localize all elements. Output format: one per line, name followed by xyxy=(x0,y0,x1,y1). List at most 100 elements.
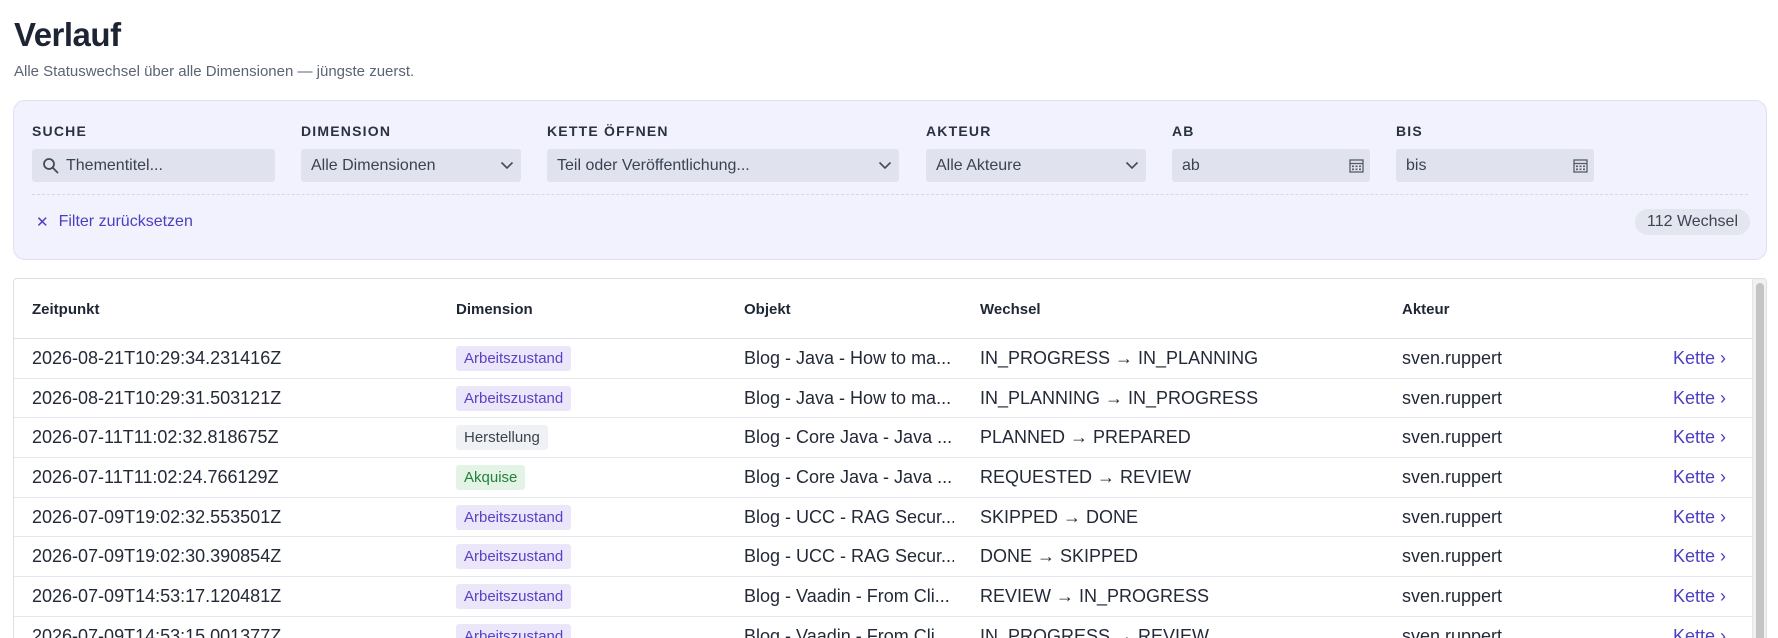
cell-time: 2026-07-11T11:02:32.818675Z xyxy=(32,427,279,448)
cell-time: 2026-08-21T10:29:34.231416Z xyxy=(32,348,282,368)
history-table: Zeitpunkt Dimension Objekt Wechsel Akteu… xyxy=(13,278,1767,638)
close-icon: ✕ xyxy=(36,214,49,231)
table-row[interactable]: 2026-07-09T19:02:30.390854Z Arbeitszustan… xyxy=(14,537,1752,578)
search-icon xyxy=(43,157,59,173)
open-chain-link[interactable]: Kette › xyxy=(1604,418,1726,457)
open-chain-link[interactable]: Kette › xyxy=(1604,577,1726,616)
actor-label: AKTEUR xyxy=(926,123,992,139)
cell-actor: sven.ruppert xyxy=(1402,427,1503,448)
scrollbar[interactable] xyxy=(1752,279,1766,638)
cell-dimension: Arbeitszustand xyxy=(456,379,726,418)
cell-time: 2026-08-21T10:29:31.503121Z xyxy=(32,387,282,408)
search-placeholder: Thementitel... xyxy=(66,156,163,174)
chevron-down-icon xyxy=(871,161,899,170)
cell-dimension: Arbeitszustand xyxy=(456,498,726,537)
cell-object: Blog - Java - How to ma... xyxy=(744,387,952,408)
dimension-select[interactable]: Alle Dimensionen xyxy=(301,149,521,182)
dimension-badge: Herstellung xyxy=(456,425,548,451)
dimension-badge: Arbeitszustand xyxy=(456,346,572,371)
reset-filters-button[interactable]: ✕ Filter zurücksetzen xyxy=(36,211,193,233)
cell-change: REVIEW → IN_PROGRESS xyxy=(980,586,1210,607)
from-label: AB xyxy=(1172,123,1195,139)
to-date-placeholder: bis xyxy=(1406,156,1427,174)
search-label: SUCHE xyxy=(32,123,88,139)
cell-time: 2026-07-09T19:02:30.390854Z xyxy=(32,546,282,567)
cell-actor: sven.ruppert xyxy=(1402,625,1503,638)
chevron-down-icon xyxy=(493,161,521,170)
cell-object: Blog - UCC - RAG Secur... xyxy=(744,506,954,527)
column-header-time[interactable]: Zeitpunkt xyxy=(32,301,100,318)
open-chain-link[interactable]: Kette › xyxy=(1604,498,1726,537)
cell-dimension: Herstellung xyxy=(456,418,726,457)
dimension-select-value: Alle Dimensionen xyxy=(311,156,436,174)
table-row[interactable]: 2026-08-21T10:29:34.231416Z Arbeitszustan… xyxy=(14,339,1752,379)
cell-dimension: Arbeitszustand xyxy=(456,577,726,616)
filter-divider xyxy=(32,194,1748,195)
cell-object: Blog - Core Java - Java ... xyxy=(744,427,953,448)
from-date-input[interactable]: ab xyxy=(1172,149,1370,182)
table-row[interactable]: 2026-07-11T11:02:32.818675Z Herstellung Bl… xyxy=(14,418,1752,459)
count-badge: 112 Wechsel xyxy=(1634,209,1750,235)
table-row[interactable]: 2026-07-09T14:53:17.120481Z Arbeitszustan… xyxy=(14,577,1752,617)
cell-actor: sven.ruppert xyxy=(1402,506,1503,527)
chain-select[interactable]: Teil oder Veröffentlichung... xyxy=(547,149,899,182)
cell-change: SKIPPED → DONE xyxy=(980,506,1139,527)
scrollbar-thumb[interactable] xyxy=(1756,283,1764,638)
open-chain-link[interactable]: Kette › xyxy=(1604,379,1726,418)
dimension-badge: Arbeitszustand xyxy=(456,544,572,570)
filter-panel: SUCHE Thementitel... DIMENSION Alle Dime… xyxy=(13,100,1767,260)
table-header: Zeitpunkt Dimension Objekt Wechsel Akteu… xyxy=(14,279,1752,339)
table-row[interactable]: 2026-07-11T11:02:24.766129Z Akquise Blog -… xyxy=(14,458,1752,498)
cell-object: Blog - UCC - RAG Secur... xyxy=(744,546,954,567)
cell-change: IN_PLANNING → IN_PROGRESS xyxy=(980,387,1259,408)
dimension-badge: Arbeitszustand xyxy=(456,385,572,411)
column-header-change[interactable]: Wechsel xyxy=(980,301,1041,318)
open-chain-link[interactable]: Kette › xyxy=(1604,617,1726,638)
to-date-input[interactable]: bis xyxy=(1396,149,1594,182)
cell-change: IN_PROGRESS → REVIEW xyxy=(980,625,1210,638)
cell-object: Blog - Core Java - Java ... xyxy=(744,467,953,488)
table-row[interactable]: 2026-08-21T10:29:31.503121Z Arbeitszustan… xyxy=(14,379,1752,419)
cell-time: 2026-07-09T14:53:17.120481Z xyxy=(32,586,282,607)
search-input[interactable]: Thementitel... xyxy=(32,149,275,182)
cell-change: DONE → SKIPPED xyxy=(980,546,1139,567)
open-chain-link[interactable]: Kette › xyxy=(1604,537,1726,576)
actor-select[interactable]: Alle Akteure xyxy=(926,149,1146,182)
table-row[interactable]: 2026-07-09T14:53:15.001377Z Arbeitszustan… xyxy=(14,617,1752,638)
cell-object: Blog - Java - How to ma... xyxy=(744,348,952,368)
page-subtitle: Alle Statuswechsel über alle Dimensionen… xyxy=(14,63,415,80)
open-chain-link[interactable]: Kette › xyxy=(1604,458,1726,497)
dimension-badge: Arbeitszustand xyxy=(456,504,572,530)
actor-select-value: Alle Akteure xyxy=(936,156,1022,174)
table-body: 2026-08-21T10:29:34.231416Z Arbeitszustan… xyxy=(14,339,1752,638)
column-header-actor[interactable]: Akteur xyxy=(1402,301,1450,318)
cell-time: 2026-07-11T11:02:24.766129Z xyxy=(32,467,279,488)
open-chain-link[interactable]: Kette › xyxy=(1604,339,1726,378)
cell-dimension: Arbeitszustand xyxy=(456,537,726,576)
calendar-icon[interactable] xyxy=(1342,158,1370,173)
cell-time: 2026-07-09T14:53:15.001377Z xyxy=(32,625,282,638)
cell-change: REQUESTED → REVIEW xyxy=(980,467,1192,488)
reset-filters-label: Filter zurücksetzen xyxy=(58,213,193,230)
cell-actor: sven.ruppert xyxy=(1402,467,1503,488)
cell-dimension: Akquise xyxy=(456,458,726,497)
cell-actor: sven.ruppert xyxy=(1402,387,1503,408)
column-header-object[interactable]: Objekt xyxy=(744,301,791,318)
table-row[interactable]: 2026-07-09T19:02:32.553501Z Arbeitszustan… xyxy=(14,498,1752,538)
dimension-label: DIMENSION xyxy=(301,123,392,139)
calendar-icon[interactable] xyxy=(1566,158,1594,173)
dimension-badge: Akquise xyxy=(456,465,526,491)
cell-actor: sven.ruppert xyxy=(1402,546,1503,567)
chain-select-value: Teil oder Veröffentlichung... xyxy=(557,156,750,174)
cell-time: 2026-07-09T19:02:32.553501Z xyxy=(32,506,282,527)
cell-dimension: Arbeitszustand xyxy=(456,617,726,638)
cell-change: PLANNED → PREPARED xyxy=(980,427,1191,448)
cell-object: Blog - Vaadin - From Cli... xyxy=(744,625,950,638)
dimension-badge: Arbeitszustand xyxy=(456,623,572,638)
cell-change: IN_PROGRESS → IN_PLANNING xyxy=(980,348,1259,368)
to-label: BIS xyxy=(1396,123,1423,139)
from-date-placeholder: ab xyxy=(1182,156,1200,174)
column-header-dimension[interactable]: Dimension xyxy=(456,301,533,318)
cell-actor: sven.ruppert xyxy=(1402,348,1503,368)
cell-object: Blog - Vaadin - From Cli... xyxy=(744,586,950,607)
